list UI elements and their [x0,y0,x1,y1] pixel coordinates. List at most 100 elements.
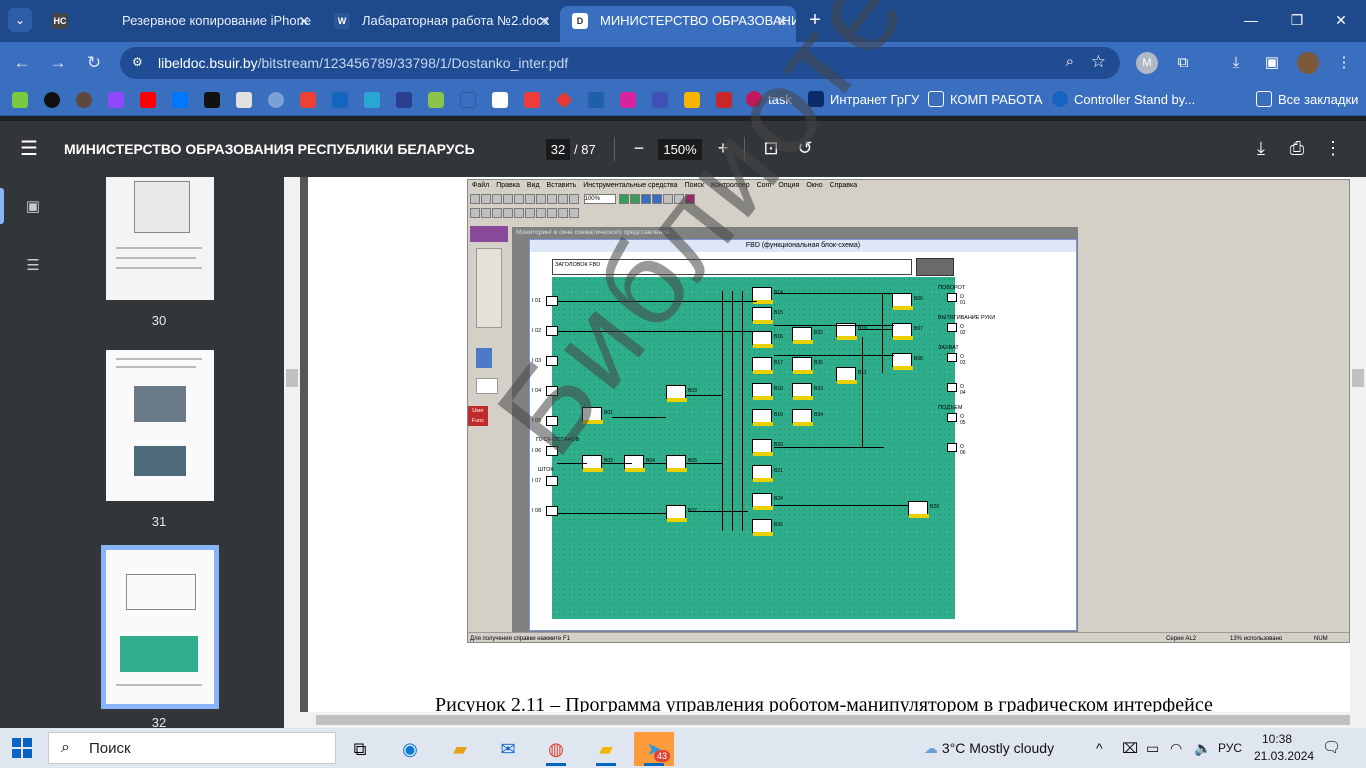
address-bar[interactable]: ⚙ libeldoc.bsuir.by/bitstream/123456789/… [120,47,1120,79]
notifications-icon[interactable]: 🗨 [1322,738,1342,758]
site-info-icon[interactable]: ⚙ [132,55,148,71]
edge-icon[interactable]: ◉ [390,732,430,766]
restore-button[interactable]: ❐ [1282,8,1312,32]
page-number-input[interactable]: 32 [546,139,570,160]
task-view-icon[interactable]: ⧉ [340,732,380,766]
user-avatar[interactable] [1297,52,1319,74]
download-pdf-icon[interactable]: ⤓ [1248,135,1274,161]
fit-page-icon[interactable]: ⊡ [758,135,784,161]
rotate-icon[interactable]: ↺ [792,135,818,161]
tab-ministry[interactable]: D МИНИСТЕРСТВО ОБРАЗОВАНИЯ ✕ [560,6,796,42]
youtube-icon[interactable] [140,92,156,108]
reload-button[interactable]: ↻ [82,51,106,75]
page-scrollbar[interactable] [1350,177,1366,712]
bookmark-icon[interactable] [268,92,284,108]
mail-icon[interactable]: ✉ [488,732,528,766]
zoom-input[interactable]: 150% [658,139,702,160]
close-window-button[interactable]: ✕ [1326,8,1356,32]
extensions-icon[interactable]: ⧉ [1172,52,1194,74]
scroll-thumb[interactable] [286,369,298,387]
bookmark-icon[interactable] [588,92,604,108]
zoom-in-button[interactable]: + [710,135,736,161]
new-tab-button[interactable]: + [803,9,827,33]
input-label: I 06 [532,448,542,454]
bookmark-icon[interactable] [364,92,380,108]
close-icon[interactable]: ✕ [538,6,550,36]
forward-button[interactable]: → [46,51,70,75]
bookmark-star-icon[interactable]: ☆ [1091,52,1106,72]
menu-icon[interactable]: ⋮ [1333,52,1355,74]
folder-icon[interactable]: ▰ [586,732,626,766]
bookmark-icon[interactable] [76,92,92,108]
close-icon[interactable]: ✕ [298,6,310,36]
print-icon[interactable]: ⎙ [1284,135,1310,161]
output-label: O 04 [960,384,966,396]
thumbnail-scrollbar[interactable] [284,177,300,728]
scroll-thumb[interactable] [1352,369,1364,387]
telegram-icon[interactable]: ➤ 43 [634,732,674,766]
bookmark-intranet[interactable]: Интранет ГрГУ [808,91,919,109]
pdf-menu-icon[interactable]: ☰ [20,137,44,161]
bookmark-folder-komp[interactable]: КОМП РАБОТА [928,91,1042,109]
close-icon[interactable]: ✕ [776,6,788,36]
horizontal-scrollbar[interactable] [300,712,1366,728]
preview-line [116,358,202,360]
thumbnails-icon[interactable]: ▣ [22,196,44,218]
zoom-icon[interactable]: ⌕ [1066,53,1074,70]
wifi-icon[interactable]: ◠ [1170,728,1182,768]
bookmark-icon[interactable] [460,92,476,108]
bookmark-icon[interactable] [524,92,540,108]
bookmark-icon[interactable] [652,92,668,108]
clock[interactable]: 10:38 21.03.2024 [1254,731,1314,765]
bookmark-icon[interactable] [396,92,412,108]
thumbnail-page-31[interactable] [106,350,214,501]
instagram-icon[interactable] [620,92,636,108]
chevron-up-icon[interactable]: ^ [1096,728,1103,768]
profile-avatar[interactable]: M [1136,52,1158,74]
weather-widget[interactable]: ☁ 3°C Mostly cloudy [924,728,1054,768]
bookmark-icon[interactable] [555,91,573,109]
file-explorer-icon[interactable]: ▰ [440,732,480,766]
all-bookmarks[interactable]: Все закладки [1256,91,1358,109]
camera-icon[interactable]: ⌧ [1122,728,1138,768]
outline-icon[interactable]: ☰ [22,255,44,277]
side-panel-icon[interactable]: ▣ [1261,52,1283,74]
bookmark-icon[interactable] [44,92,60,108]
gmail-icon[interactable] [300,92,316,108]
scroll-thumb[interactable] [316,715,1350,725]
minimize-button[interactable]: — [1236,8,1266,32]
status-series: Серии AL2 [1166,636,1197,642]
bookmark-icon[interactable] [684,92,700,108]
tab-search-button[interactable]: ⌄ [8,8,32,32]
download-icon[interactable]: ⤓ [1225,52,1247,74]
thumbnail-page-30[interactable] [106,177,214,300]
back-button[interactable]: ← [10,51,34,75]
bookmark-icon[interactable] [716,92,732,108]
vk-icon[interactable] [172,92,188,108]
bookmark-task[interactable]: task [746,91,792,109]
thumbnail-page-32[interactable] [101,545,219,709]
mail-icon[interactable] [332,92,348,108]
bookmark-icon[interactable] [236,92,252,108]
check-icon[interactable] [428,92,444,108]
start-button[interactable] [12,738,32,758]
language-indicator[interactable]: РУС [1218,728,1242,768]
bookmark-icon[interactable] [12,92,28,108]
taskbar-search[interactable]: ⌕ Поиск [48,732,336,764]
bookmark-icon[interactable] [492,92,508,108]
tab-iphone-backup[interactable]: Резервное копирование iPhone ✕ [82,6,318,36]
volume-icon[interactable]: 🔈 [1194,728,1211,768]
twitch-icon[interactable] [108,92,124,108]
tab-label: Лабараторная работа №2.docx [362,13,550,28]
more-options-icon[interactable]: ⋮ [1320,135,1346,161]
bookmark-controller[interactable]: Controller Stand by... [1052,91,1195,109]
battery-icon[interactable]: ▭ [1146,728,1159,768]
chrome-icon[interactable]: ◍ [536,732,576,766]
block-footer [837,336,857,340]
zoom-out-button[interactable]: − [626,135,652,161]
tab-pinned[interactable]: НС [42,6,78,36]
search-placeholder: Поиск [89,740,131,757]
tab-lab-work[interactable]: W Лабараторная работа №2.docx ✕ [322,6,558,36]
bookmark-icon[interactable] [204,92,220,108]
block-label: B17 [774,360,783,366]
